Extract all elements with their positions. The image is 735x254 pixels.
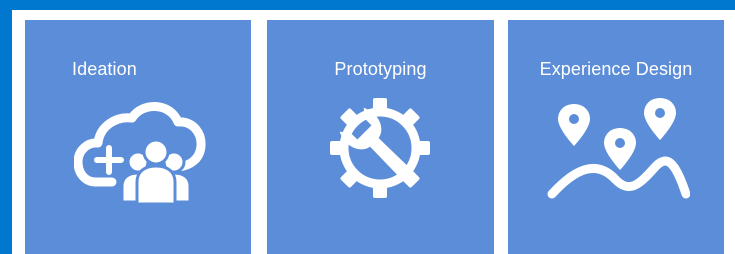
cloud-people-icon [74, 102, 206, 206]
tile-ideation[interactable]: Ideation [25, 20, 251, 254]
tile-prototyping-label: Prototyping [334, 59, 427, 79]
tile-prototyping[interactable]: Prototyping [267, 20, 494, 254]
gear-wrench-icon [330, 98, 430, 198]
frame-border: Ideation Prototyping Experience Design [0, 0, 735, 254]
tile-experience-design[interactable]: Experience Design [508, 20, 724, 254]
tile-ideation-label: Ideation [72, 59, 137, 79]
map-pins-icon [547, 98, 690, 199]
tile-experience-design-label: Experience Design [539, 59, 693, 79]
tiles-panel: Ideation Prototyping Experience Design [12, 10, 735, 254]
